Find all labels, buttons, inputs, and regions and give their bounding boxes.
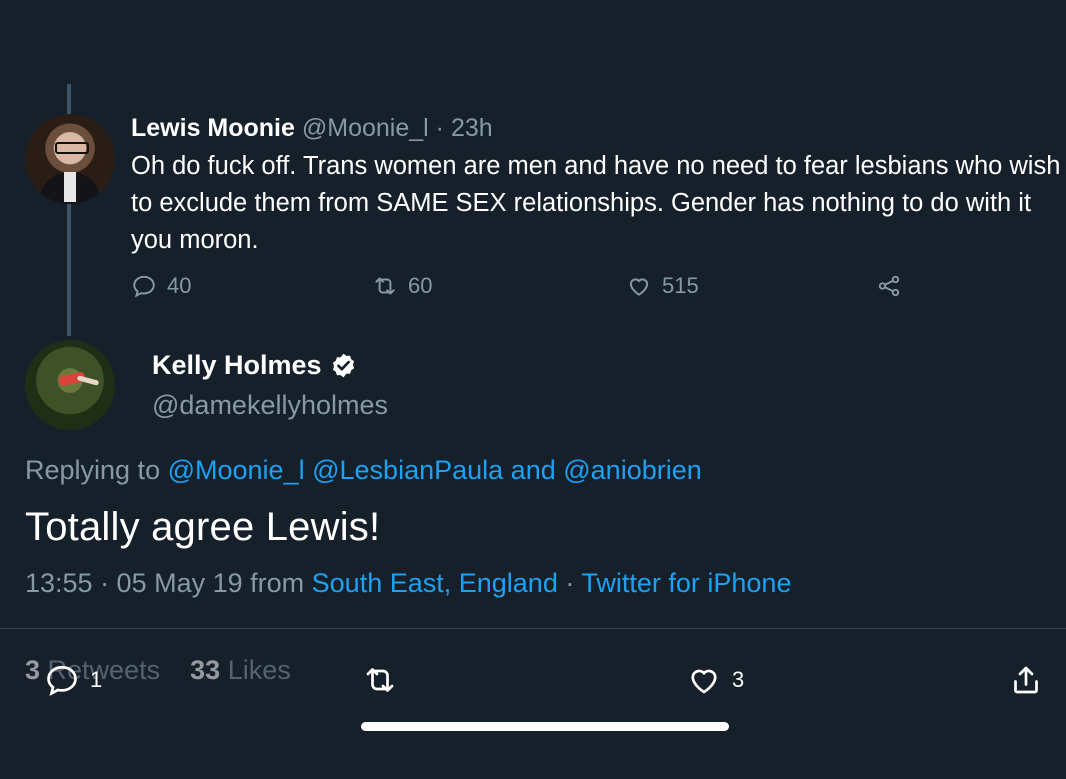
reply-icon: [47, 665, 77, 696]
share-icon: [1014, 666, 1038, 694]
reply-action-count: 1: [90, 667, 103, 692]
retweets-count[interactable]: 3: [25, 655, 40, 685]
avatar-lewis-moonie[interactable]: [25, 114, 115, 204]
retweet-button[interactable]: [362, 662, 398, 698]
parent-tweet-time[interactable]: 23h: [451, 114, 493, 142]
verified-badge-icon: [332, 353, 354, 378]
parent-author-name[interactable]: Lewis Moonie: [131, 114, 295, 142]
replying-prefix: Replying to: [25, 455, 161, 485]
reply-mention-aniobrien[interactable]: @aniobrien: [563, 455, 702, 485]
tweet-timestamp: 13:55 · 05 May 19 from: [25, 568, 305, 598]
main-tweet-text: Totally agree Lewis!: [25, 505, 381, 549]
parent-retweet-count: 60: [408, 273, 433, 298]
parent-tweet-text: Oh do fuck off. Trans women are men and …: [131, 152, 1061, 254]
parent-like-count: 515: [662, 273, 699, 298]
heart-icon: [629, 278, 649, 296]
retweet-icon: [375, 277, 395, 295]
avatar-kelly-holmes[interactable]: [25, 340, 115, 430]
header-separator: ·: [435, 114, 444, 142]
like-button[interactable]: 3: [686, 662, 744, 698]
tweet-source-link[interactable]: Twitter for iPhone: [581, 568, 791, 598]
parent-author-handle[interactable]: @Moonie_l: [302, 114, 429, 142]
reply-mention-lesbianpaula[interactable]: @LesbianPaula: [312, 455, 503, 485]
parent-reply-count: 40: [167, 273, 192, 298]
parent-reply-button[interactable]: 40: [131, 273, 191, 299]
main-author-handle[interactable]: @damekellyholmes: [152, 390, 388, 421]
parent-like-button[interactable]: 515: [626, 273, 699, 299]
likes-count[interactable]: 33: [190, 655, 220, 685]
home-indicator[interactable]: [361, 722, 729, 731]
share-nodes-icon: [878, 275, 900, 297]
tweet-detail-screen: Lewis Moonie @Moonie_l · 23h Oh do fuck …: [0, 0, 1066, 779]
tweet-meta: 13:55 · 05 May 19 from South East, Engla…: [25, 568, 791, 599]
main-author-name-row[interactable]: Kelly Holmes: [152, 350, 357, 381]
divider: [0, 628, 1066, 629]
likes-label[interactable]: Likes: [228, 655, 291, 685]
reply-mention-moonie[interactable]: @Moonie_l: [168, 455, 305, 485]
reply-button[interactable]: 1: [44, 662, 102, 698]
tweet-location-link[interactable]: South East, England: [312, 568, 558, 598]
parent-retweet-button[interactable]: 60: [372, 273, 432, 299]
replying-to-line: Replying to @Moonie_l @LesbianPaula and …: [25, 455, 702, 486]
reply-icon: [133, 275, 155, 298]
meta-separator: ·: [565, 568, 575, 598]
share-button[interactable]: [1008, 662, 1044, 698]
heart-icon: [691, 669, 717, 694]
parent-share-button[interactable]: [876, 273, 902, 299]
main-author-name[interactable]: Kelly Holmes: [152, 350, 322, 381]
reply-and[interactable]: and: [511, 455, 556, 485]
retweet-icon: [366, 668, 394, 692]
like-action-count: 3: [732, 667, 745, 692]
parent-tweet-header: Lewis Moonie @Moonie_l · 23h: [131, 114, 493, 143]
